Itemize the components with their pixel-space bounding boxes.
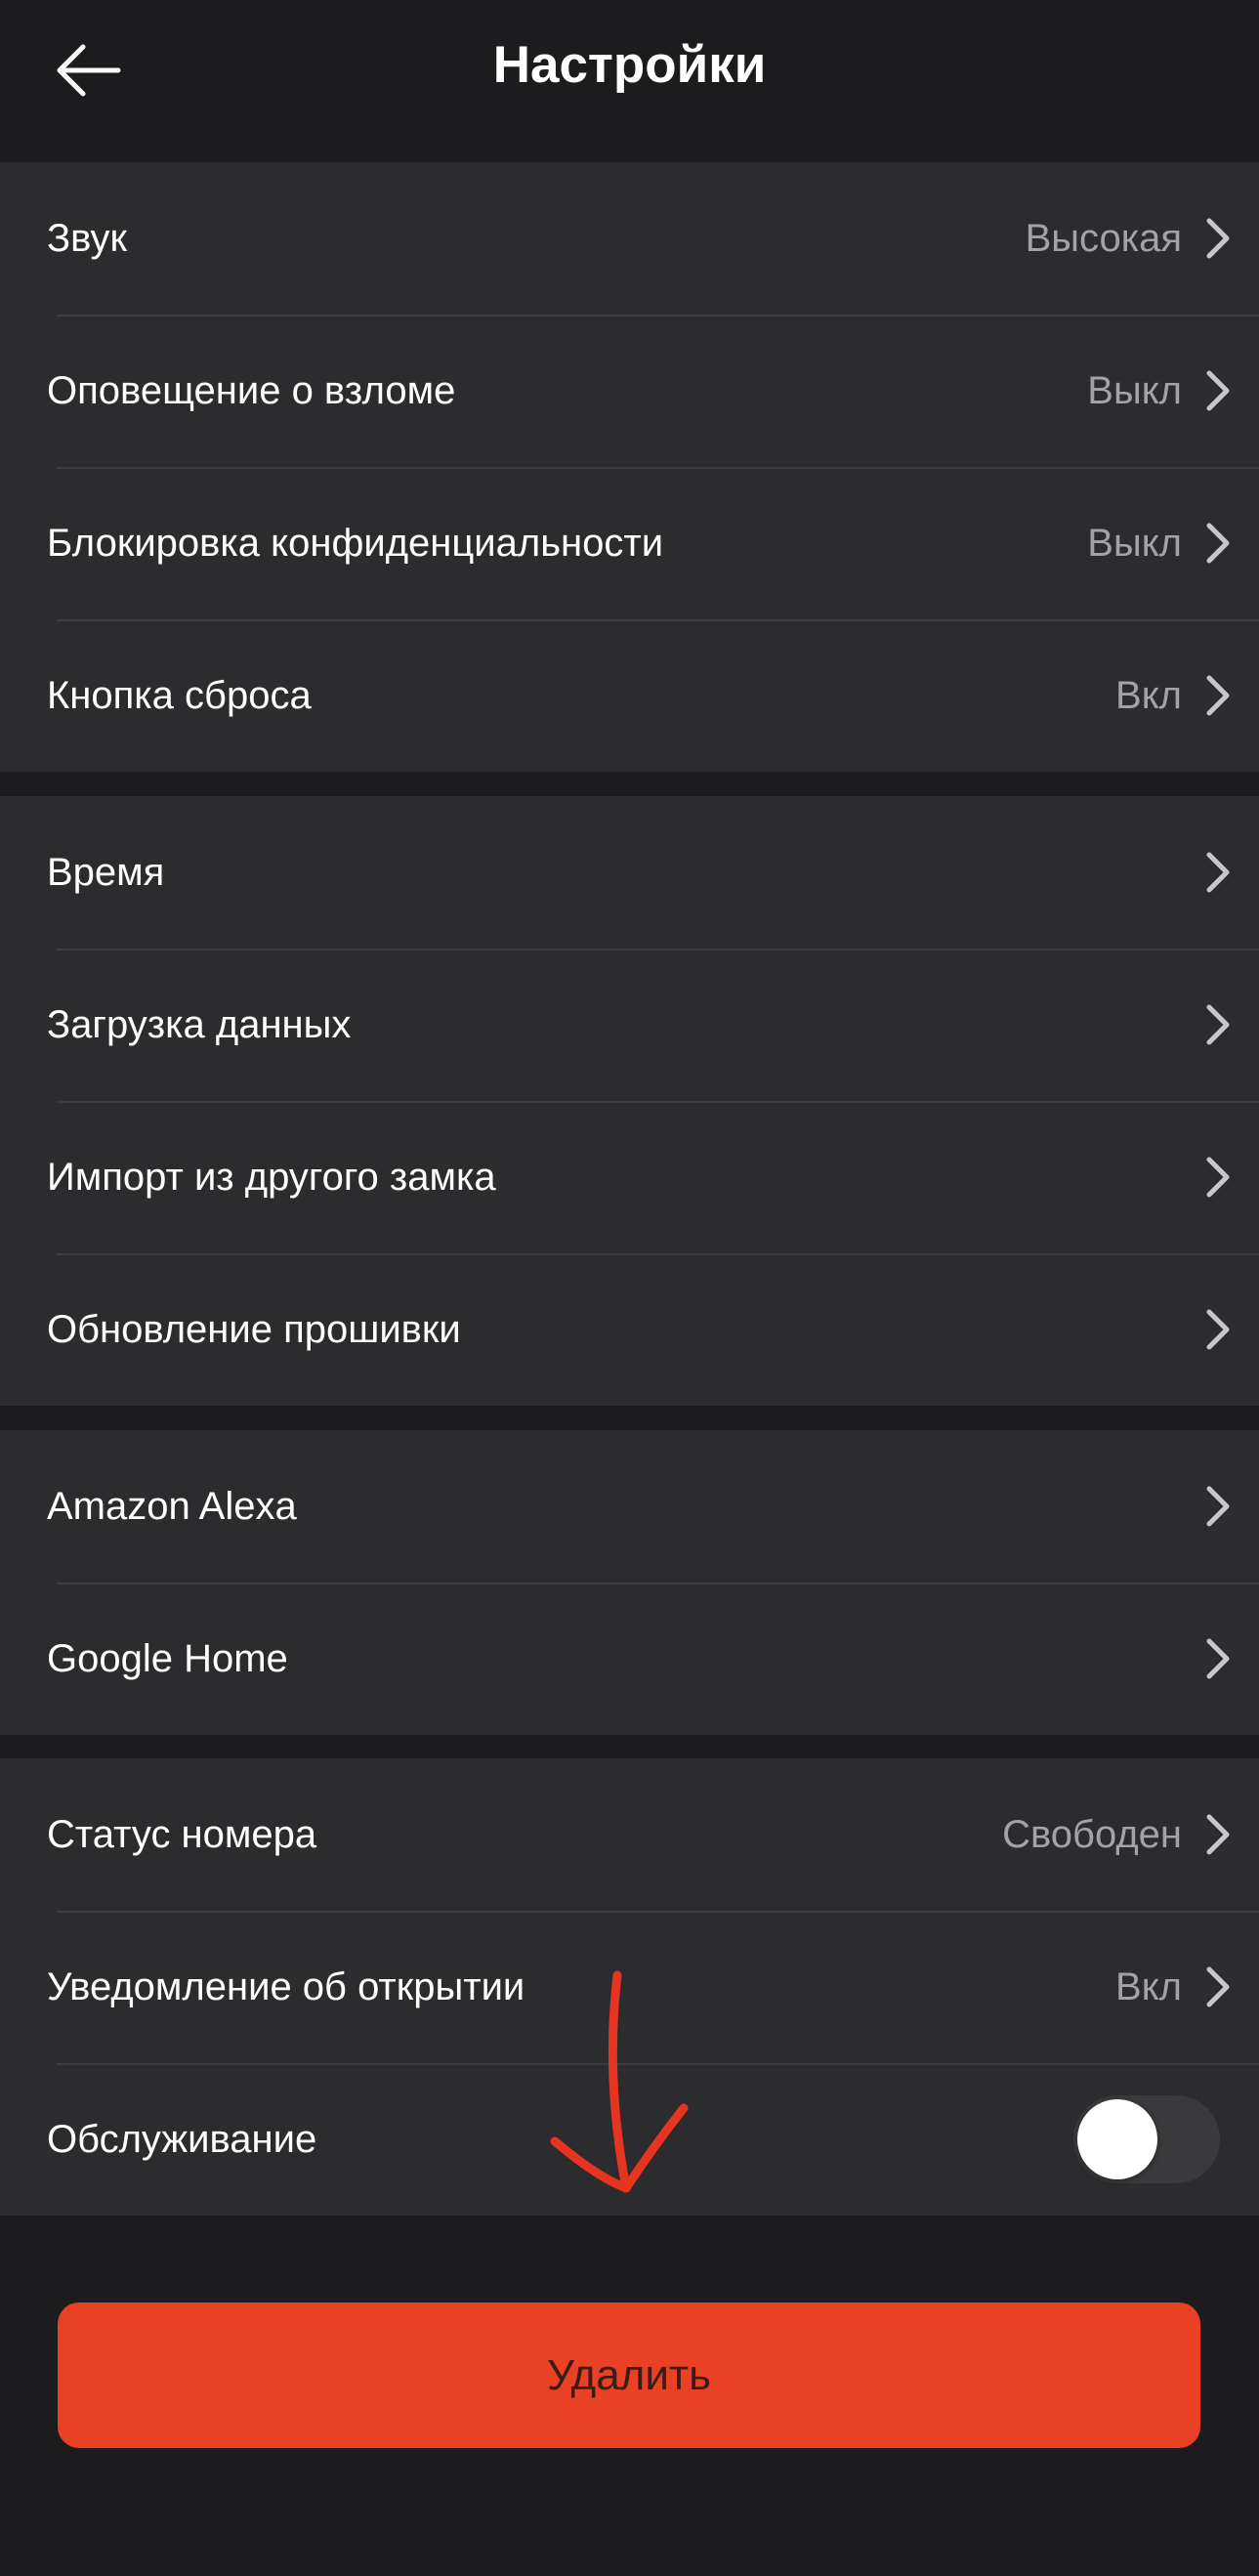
settings-row-unlock-notification[interactable]: Уведомление об открытии Вкл [0,1911,1259,2063]
row-value: Выкл [1087,368,1182,412]
row-value: Высокая [1025,216,1182,260]
navigation-bar: Настройки [0,0,1259,156]
row-label: Статус номера [47,1812,317,1856]
row-value: Вкл [1115,673,1182,717]
settings-row-firmware-update[interactable]: Обновление прошивки [0,1253,1259,1406]
row-label: Блокировка конфиденциальности [47,521,664,565]
row-value: Выкл [1087,521,1182,565]
delete-button[interactable]: Удалить [58,2302,1200,2448]
settings-group-status: Статус номера Свободен Уведомление об от… [0,1758,1259,2216]
row-label: Кнопка сброса [47,673,312,717]
row-label: Обновление прошивки [47,1307,461,1351]
chevron-right-icon [1198,1479,1238,1534]
row-label: Google Home [47,1636,288,1680]
settings-row-sound[interactable]: Звук Высокая [0,162,1259,315]
delete-button-label: Удалить [547,2350,711,2399]
chevron-right-icon [1198,997,1238,1052]
chevron-right-icon [1198,211,1238,266]
chevron-right-icon [1198,1150,1238,1204]
page-title: Настройки [492,36,767,94]
settings-row-import-lock[interactable]: Импорт из другого замка [0,1101,1259,1253]
settings-group-device: Время Загрузка данных Импорт из другого … [0,796,1259,1406]
row-label: Amazon Alexa [47,1484,297,1528]
row-label: Время [47,850,165,894]
row-label: Импорт из другого замка [47,1155,496,1199]
settings-row-data-upload[interactable]: Загрузка данных [0,949,1259,1101]
row-label: Уведомление об открытии [47,1964,525,2008]
row-label: Звук [47,216,128,260]
settings-row-google-home[interactable]: Google Home [0,1583,1259,1735]
chevron-right-icon [1198,1631,1238,1686]
chevron-right-icon [1198,668,1238,723]
settings-row-privacy-lock[interactable]: Блокировка конфиденциальности Выкл [0,467,1259,619]
chevron-right-icon [1198,1960,1238,2014]
chevron-right-icon [1198,516,1238,570]
toggle-knob [1077,2099,1157,2179]
chevron-right-icon [1198,363,1238,418]
row-label: Оповещение о взломе [47,368,456,412]
settings-row-number-status[interactable]: Статус номера Свободен [0,1758,1259,1911]
maintenance-toggle[interactable] [1073,2095,1220,2183]
settings-group-lock: Звук Высокая Оповещение о взломе Выкл Бл… [0,162,1259,772]
settings-row-tamper-alert[interactable]: Оповещение о взломе Выкл [0,315,1259,467]
chevron-right-icon [1198,1807,1238,1862]
row-label: Загрузка данных [47,1002,352,1046]
row-value: Вкл [1115,1964,1182,2008]
settings-row-time[interactable]: Время [0,796,1259,949]
settings-group-assistants: Amazon Alexa Google Home [0,1430,1259,1735]
chevron-right-icon [1198,1302,1238,1357]
row-value: Свободен [1002,1812,1182,1856]
settings-row-amazon-alexa[interactable]: Amazon Alexa [0,1430,1259,1583]
settings-row-maintenance: Обслуживание [0,2063,1259,2216]
settings-row-reset-button[interactable]: Кнопка сброса Вкл [0,619,1259,772]
chevron-right-icon [1198,845,1238,900]
row-label: Обслуживание [47,2117,317,2161]
